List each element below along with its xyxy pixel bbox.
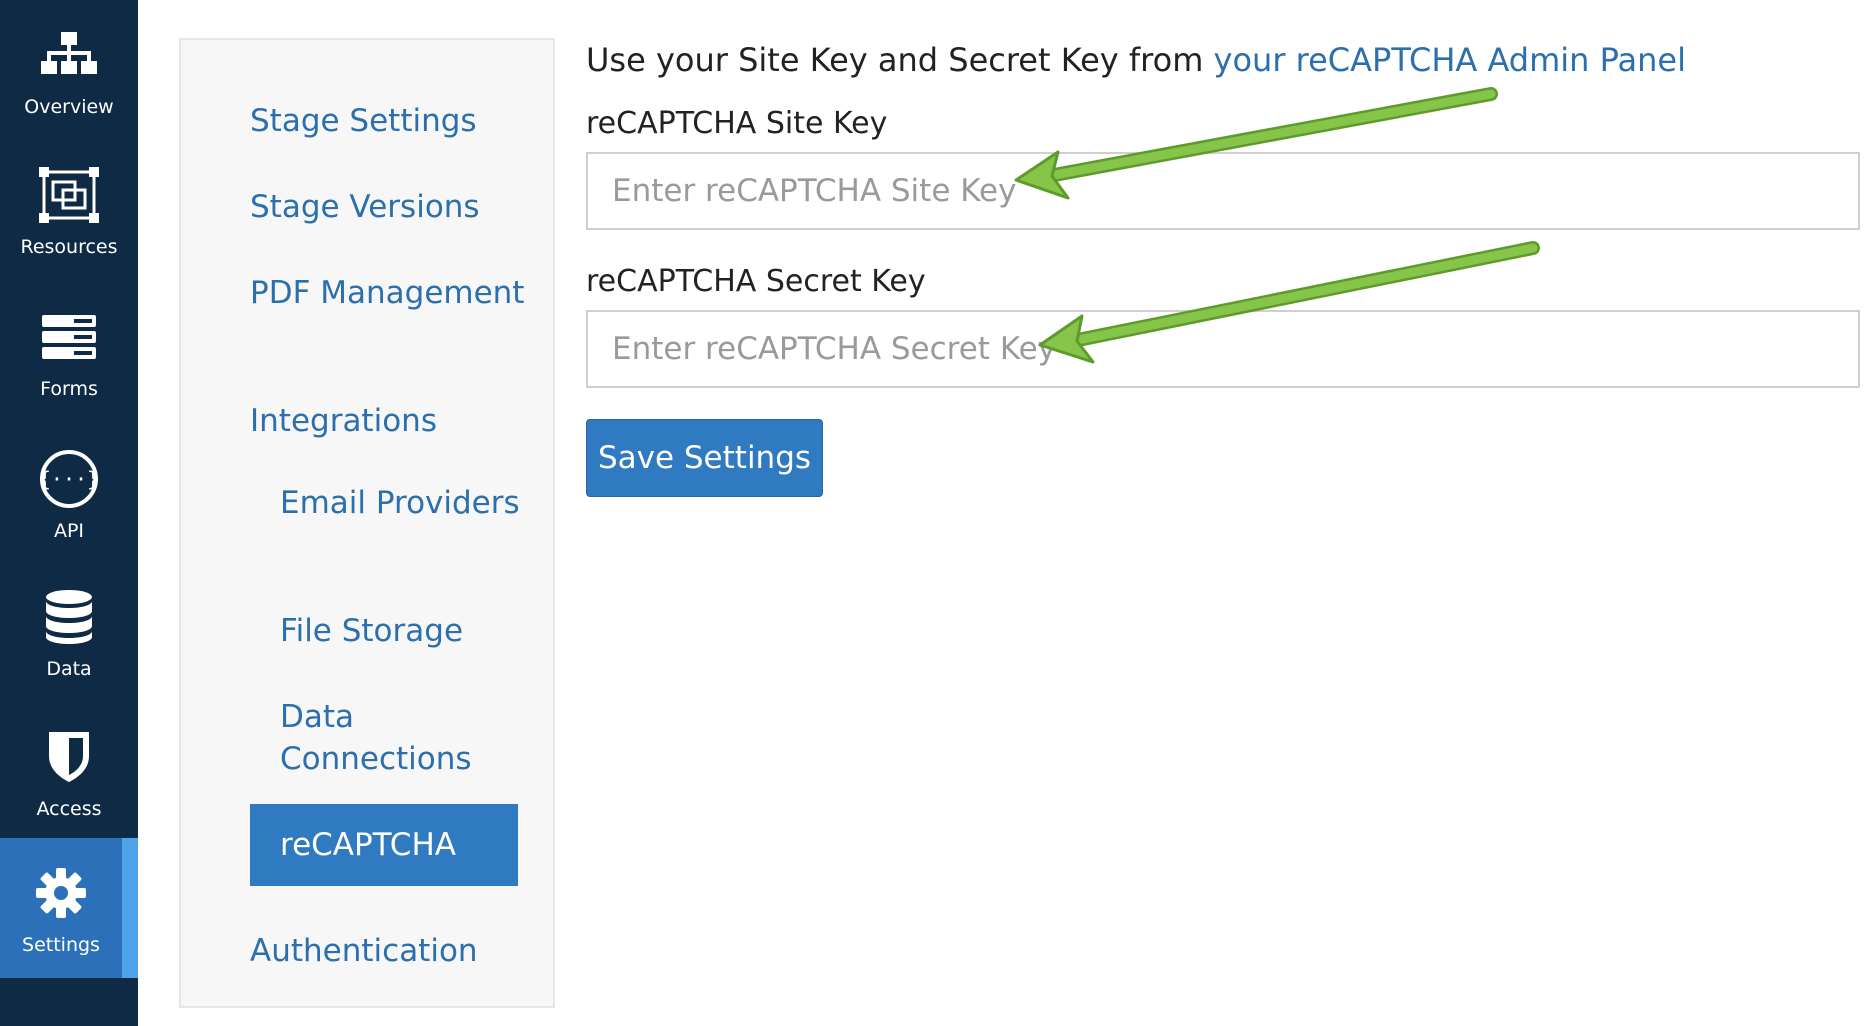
nav-item-label: Settings xyxy=(22,934,100,956)
nav-item-resources[interactable]: Resources xyxy=(0,140,138,280)
nav-item-forms[interactable]: Forms xyxy=(0,282,138,422)
gear-icon xyxy=(0,860,122,926)
forms-icon xyxy=(0,304,138,370)
shield-icon xyxy=(0,724,138,790)
nav-item-settings[interactable]: Settings xyxy=(0,838,138,978)
recaptcha-settings-form: Use your Site Key and Secret Key from yo… xyxy=(586,0,1868,1026)
nav-item-overview[interactable]: Overview xyxy=(0,0,138,140)
nav-item-label: Data xyxy=(46,658,92,680)
api-icon: {···} xyxy=(0,446,138,512)
subnav-item-stage-settings[interactable]: Stage Settings xyxy=(250,100,530,142)
nav-item-data[interactable]: Data xyxy=(0,562,138,702)
recaptcha-admin-panel-link[interactable]: your reCAPTCHA Admin Panel xyxy=(1214,41,1686,79)
settings-subnav: Stage Settings Stage Versions PDF Manage… xyxy=(179,38,555,1008)
site-key-input[interactable] xyxy=(586,152,1860,230)
sitemap-icon xyxy=(0,22,138,88)
subnav-item-pdf-management[interactable]: PDF Management xyxy=(250,272,530,314)
nav-item-label: Overview xyxy=(24,96,114,118)
nav-item-api[interactable]: {···} API xyxy=(0,424,138,564)
svg-text:{···}: {···} xyxy=(39,467,99,491)
intro-text: Use your Site Key and Secret Key from yo… xyxy=(586,38,1686,82)
secret-key-input[interactable] xyxy=(586,310,1860,388)
resources-icon xyxy=(0,162,138,228)
save-settings-button[interactable]: Save Settings xyxy=(586,419,823,497)
subnav-item-authentication[interactable]: Authentication xyxy=(250,930,530,972)
subnav-item-file-storage[interactable]: File Storage xyxy=(280,610,530,652)
subnav-item-email-providers[interactable]: Email Providers xyxy=(280,482,530,524)
nav-item-label: Forms xyxy=(40,378,98,400)
main-nav-rail: Overview Resources Forms {···} API Data … xyxy=(0,0,138,1026)
nav-item-label: Resources xyxy=(20,236,118,258)
intro-text-prefix: Use your Site Key and Secret Key from xyxy=(586,41,1214,79)
nav-item-access[interactable]: Access xyxy=(0,702,138,842)
site-key-label: reCAPTCHA Site Key xyxy=(586,106,888,141)
subnav-item-recaptcha[interactable]: reCAPTCHA xyxy=(250,804,518,886)
nav-item-label: Access xyxy=(36,798,102,820)
subnav-item-integrations[interactable]: Integrations xyxy=(250,400,530,442)
nav-item-label: API xyxy=(53,520,85,542)
secret-key-label: reCAPTCHA Secret Key xyxy=(586,264,926,299)
subnav-item-data-connections[interactable]: Data Connections xyxy=(280,696,530,780)
app: Overview Resources Forms {···} API Data … xyxy=(0,0,1868,1026)
database-icon xyxy=(0,584,138,650)
subnav-item-stage-versions[interactable]: Stage Versions xyxy=(250,186,530,228)
